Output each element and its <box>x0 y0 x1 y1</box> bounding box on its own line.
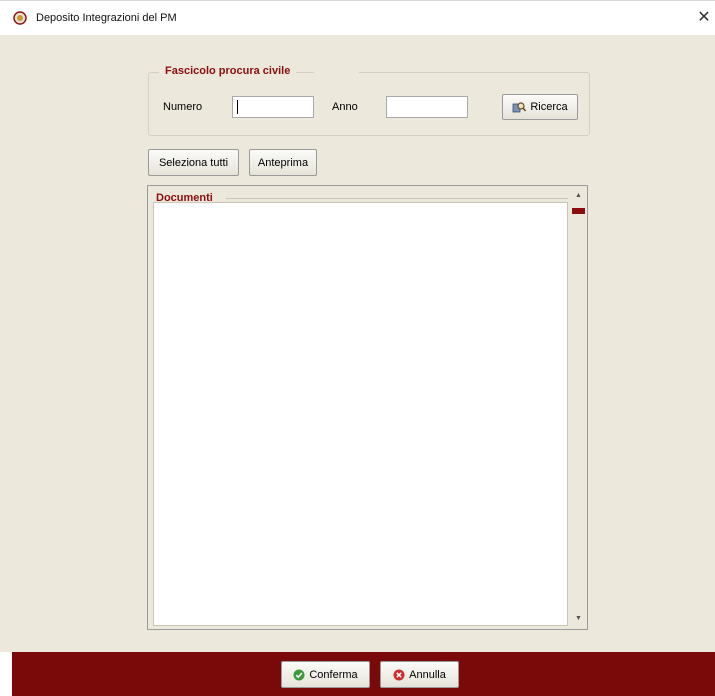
check-circle-icon <box>293 669 305 680</box>
confirm-button[interactable]: Conferma <box>281 661 370 688</box>
ricerca-button[interactable]: Ricerca <box>502 94 578 120</box>
numero-input[interactable] <box>232 96 314 118</box>
numero-label: Numero <box>163 101 203 113</box>
preview-button[interactable]: Anteprima <box>249 149 317 176</box>
app-emblem-icon <box>13 11 27 25</box>
documents-list[interactable] <box>153 202 568 626</box>
documents-panel: Documenti ▲ ▼ <box>147 185 588 630</box>
footer-bar: Conferma Annulla <box>12 652 715 696</box>
search-icon <box>512 102 527 113</box>
legend-gap <box>314 71 359 75</box>
cancel-button[interactable]: Annulla <box>380 661 459 688</box>
documents-scrollbar[interactable]: ▲ ▼ <box>572 188 585 627</box>
text-caret <box>237 100 238 114</box>
fascicolo-legend: Fascicolo procura civile <box>159 65 297 77</box>
anno-label: Anno <box>332 101 358 113</box>
dialog-body: Fascicolo procura civile Numero Anno Ric… <box>0 35 715 652</box>
fascicolo-group: Fascicolo procura civile Numero Anno Ric… <box>148 65 590 136</box>
title-bar: Deposito Integrazioni del PM ✕ <box>0 0 715 35</box>
documents-legend: Documenti <box>156 192 213 204</box>
x-circle-icon <box>393 669 405 680</box>
close-button[interactable]: ✕ <box>693 7 715 29</box>
scroll-up-icon[interactable]: ▲ <box>573 190 584 201</box>
scroll-down-icon[interactable]: ▼ <box>573 613 584 624</box>
documents-legend-line <box>226 198 568 199</box>
select-all-button[interactable]: Seleziona tutti <box>148 149 239 176</box>
anno-input[interactable] <box>386 96 468 118</box>
window-title: Deposito Integrazioni del PM <box>36 12 177 24</box>
scroll-thumb[interactable] <box>572 208 585 214</box>
